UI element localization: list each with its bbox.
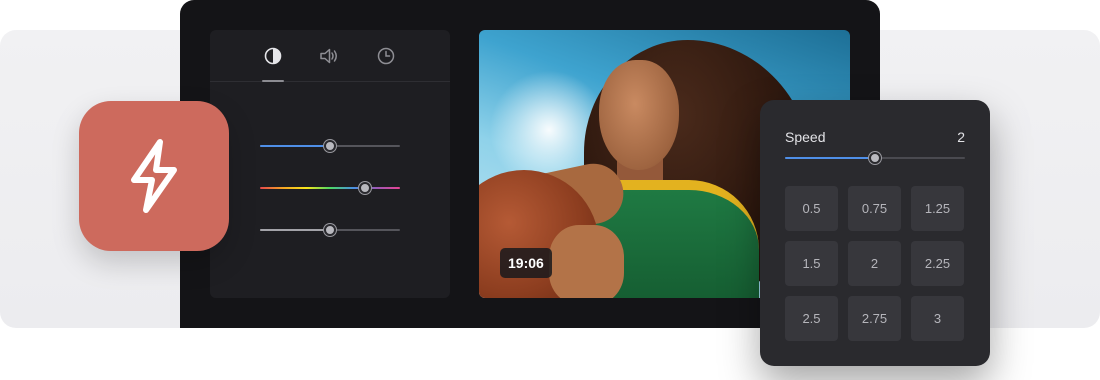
speed-option-button[interactable]: 1.5 (785, 241, 838, 286)
speed-option-button[interactable]: 1.25 (911, 186, 964, 231)
speed-label: Speed (785, 129, 826, 145)
speed-option-button[interactable]: 2.5 (785, 296, 838, 341)
slider-fill (260, 145, 330, 147)
adjustments-panel (210, 30, 450, 298)
speed-option-button[interactable]: 2.25 (911, 241, 964, 286)
speed-option-button[interactable]: 3 (911, 296, 964, 341)
player-face (599, 60, 679, 170)
lightning-icon (131, 139, 177, 213)
slider-thumb[interactable] (324, 140, 336, 152)
app-tile[interactable] (79, 101, 229, 251)
slider-fill (785, 157, 875, 159)
speed-slider[interactable] (785, 152, 965, 164)
panel-tabs (210, 30, 450, 82)
gray-slider[interactable] (260, 224, 400, 236)
active-tab-indicator (262, 80, 284, 82)
stage: 19:06 Speed 2 0.5 0.75 1.25 1.5 2 2.25 2.5 2.75… (0, 0, 1100, 380)
speed-option-button[interactable]: 0.5 (785, 186, 838, 231)
contrast-icon[interactable] (261, 44, 285, 68)
clock-icon[interactable] (374, 44, 398, 68)
slider-thumb[interactable] (869, 152, 881, 164)
volume-icon[interactable] (317, 44, 341, 68)
speed-panel: Speed 2 0.5 0.75 1.25 1.5 2 2.25 2.5 2.75 3 (760, 100, 990, 366)
speed-options: 0.5 0.75 1.25 1.5 2 2.25 2.5 2.75 3 (785, 186, 965, 341)
slider-track (260, 187, 400, 189)
video-timestamp: 19:06 (500, 248, 552, 278)
speed-option-button[interactable]: 2 (848, 241, 901, 286)
player-hand (549, 225, 624, 298)
slider-thumb[interactable] (359, 182, 371, 194)
speed-option-button[interactable]: 0.75 (848, 186, 901, 231)
slider-fill (260, 229, 330, 231)
hue-slider[interactable] (260, 182, 400, 194)
speed-option-button[interactable]: 2.75 (848, 296, 901, 341)
speed-value: 2 (957, 129, 965, 145)
blue-slider[interactable] (260, 140, 400, 152)
slider-thumb[interactable] (324, 224, 336, 236)
